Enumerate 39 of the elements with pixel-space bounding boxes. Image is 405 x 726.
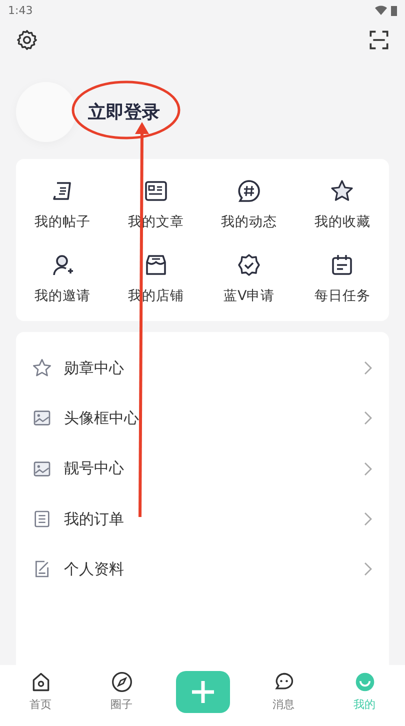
menu-item[interactable]: 勋章中心 xyxy=(64,358,351,378)
menu-item[interactable]: 头像框中心 xyxy=(64,408,351,428)
chevron-icon xyxy=(363,562,373,576)
shortcut-label[interactable]: 我的收藏 xyxy=(314,213,370,231)
verified-badge-icon[interactable] xyxy=(237,253,262,277)
chevron-icon xyxy=(363,462,373,476)
hashtag-bubble-icon[interactable] xyxy=(237,179,262,203)
person-add-icon[interactable] xyxy=(50,253,75,277)
tab[interactable]: 圈子 xyxy=(81,671,162,712)
image-icon xyxy=(32,408,52,428)
profile-icon xyxy=(354,671,376,693)
tab[interactable]: 首页 xyxy=(0,671,81,712)
list-document-icon xyxy=(32,509,52,530)
scan-icon[interactable] xyxy=(369,30,389,50)
battery-icon xyxy=(391,4,397,16)
menu-item[interactable]: 靓号中心 xyxy=(64,459,351,478)
chevron-icon xyxy=(363,512,373,526)
plus-icon xyxy=(190,679,216,705)
login-link[interactable]: 立即登录 xyxy=(88,100,160,124)
star-icon[interactable] xyxy=(330,179,354,203)
image-icon xyxy=(32,458,52,479)
chevron-icon xyxy=(363,411,373,426)
shortcut-label[interactable]: 每日任务 xyxy=(314,287,370,305)
chevron-icon xyxy=(363,361,373,376)
star-icon xyxy=(32,358,52,378)
status-time: 1:43 xyxy=(8,4,33,16)
shortcut-label[interactable]: 我的动态 xyxy=(221,213,278,231)
menu-item[interactable]: 我的订单 xyxy=(64,510,351,529)
shortcut-label[interactable]: 蓝V申请 xyxy=(224,287,275,305)
store-icon[interactable] xyxy=(144,253,168,277)
wifi-icon xyxy=(375,5,387,15)
compass-icon xyxy=(110,671,132,693)
tab[interactable]: 消息 xyxy=(243,671,324,712)
menu-item[interactable]: 个人资料 xyxy=(64,560,351,579)
settings-icon[interactable] xyxy=(16,29,38,51)
calendar-icon[interactable] xyxy=(330,253,354,277)
article-card-icon[interactable] xyxy=(144,179,168,203)
shortcut-label[interactable]: 我的邀请 xyxy=(34,287,91,305)
shortcut-label[interactable]: 我的帖子 xyxy=(34,213,91,231)
